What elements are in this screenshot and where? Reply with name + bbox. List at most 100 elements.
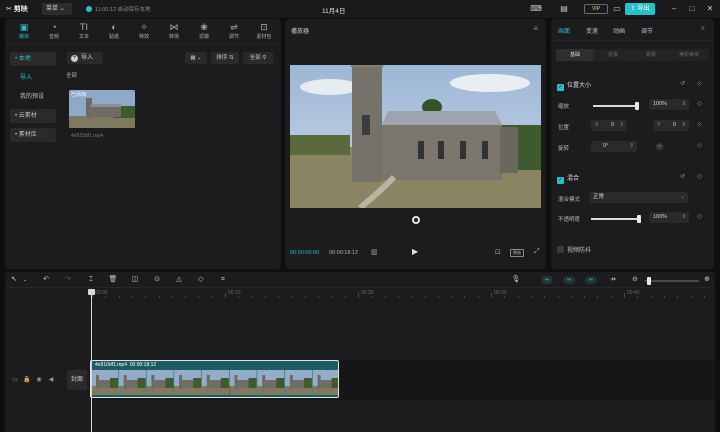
- blend-mode-select[interactable]: 正常 ⌄: [589, 192, 688, 203]
- nav-import[interactable]: 导入: [10, 71, 56, 85]
- opacity-slider[interactable]: [591, 215, 641, 223]
- delete-icon[interactable]: 🗑: [108, 275, 118, 285]
- zoom-slider-knob[interactable]: [647, 277, 651, 285]
- rotate-icon[interactable]: ◇: [196, 275, 206, 285]
- layout-mode-icon[interactable]: ▭: [611, 4, 623, 14]
- rotate-input[interactable]: 0° ⇕: [591, 141, 637, 152]
- scale-slider-knob[interactable]: [635, 102, 639, 110]
- tab-sticker[interactable]: ◐ 贴纸: [101, 21, 127, 43]
- play-button[interactable]: ▶: [412, 247, 418, 256]
- keyboard-shortcuts-icon[interactable]: ⌨: [530, 4, 542, 14]
- maximize-button[interactable]: □: [686, 3, 698, 15]
- ruler-tick: [331, 296, 333, 298]
- sort-button[interactable]: 排序 ⇅: [211, 52, 239, 64]
- keyframe-icon[interactable]: ◇: [696, 81, 703, 88]
- tab-package[interactable]: ⊡ 素材包: [251, 21, 277, 43]
- nav-cloud[interactable]: • 云素材: [10, 109, 56, 123]
- tab-media[interactable]: ▣ 媒体: [11, 21, 37, 43]
- filter-button[interactable]: 全部 ⚲: [243, 52, 273, 64]
- lock-icon[interactable]: 🔒: [23, 376, 31, 384]
- crop-icon[interactable]: ⌗: [218, 275, 228, 285]
- zoom-in-icon[interactable]: ⊕: [702, 275, 712, 285]
- minimize-button[interactable]: –: [668, 3, 680, 15]
- mix-section[interactable]: ✓ 混合: [557, 173, 579, 184]
- vip-badge[interactable]: VIP: [584, 4, 608, 14]
- stabilize-section[interactable]: 视频防抖: [557, 245, 591, 254]
- subtab-mask[interactable]: 蒙版: [632, 49, 670, 61]
- media-thumbnail[interactable]: 已添加: [69, 90, 135, 128]
- player-menu-icon[interactable]: ≡: [533, 24, 538, 33]
- mute-speaker-icon[interactable]: ◀: [47, 376, 55, 384]
- mirror-icon[interactable]: △: [174, 275, 184, 285]
- keyframe-icon[interactable]: ◇: [696, 174, 703, 181]
- tab-canvas[interactable]: 画面: [558, 26, 570, 35]
- tab-text[interactable]: TI 文本: [71, 21, 97, 43]
- layout-icon[interactable]: ▤: [558, 4, 570, 14]
- opacity-slider-knob[interactable]: [637, 215, 641, 223]
- scale-input[interactable]: 100% ⇕: [649, 99, 689, 110]
- nav-my-presets[interactable]: 我的预设: [10, 90, 56, 104]
- playhead-handle[interactable]: [88, 289, 95, 295]
- magnet-toggle-icon[interactable]: ⇹: [541, 276, 553, 284]
- tab-effects[interactable]: ✧ 特效: [131, 21, 157, 43]
- panel-menu-icon[interactable]: ≡: [701, 26, 705, 32]
- undo-icon[interactable]: ↶: [41, 275, 51, 285]
- export-button[interactable]: ⇪ 导出: [625, 3, 655, 15]
- import-button[interactable]: + 导入: [67, 52, 103, 64]
- keyframe-icon[interactable]: ◇: [696, 101, 703, 108]
- reverse-icon[interactable]: ⊙: [152, 275, 162, 285]
- crop-icon[interactable]: ⊡: [495, 248, 501, 256]
- keyframe-icon[interactable]: ◇: [696, 143, 703, 150]
- rotate-handle[interactable]: [412, 216, 420, 224]
- tab-audio[interactable]: ◔ 音频: [41, 21, 67, 43]
- opacity-input[interactable]: 100% ⇕: [649, 212, 689, 223]
- reset-icon[interactable]: ↺: [679, 81, 686, 88]
- fullscreen-icon[interactable]: ⤢: [534, 248, 540, 256]
- tab-transition[interactable]: ⋈ 转场: [161, 21, 187, 43]
- tab-filter[interactable]: ❀ 滤镜: [191, 21, 217, 43]
- select-tool-icon[interactable]: ↖: [9, 275, 19, 285]
- position-x-input[interactable]: X 0 ⇕: [591, 120, 627, 131]
- subtab-cutout[interactable]: 抠像: [594, 49, 632, 61]
- split-icon[interactable]: ⌶: [86, 275, 96, 285]
- cover-button[interactable]: 封面: [67, 370, 87, 390]
- time-ruler[interactable]: 00:00 00:10 00:20 00:30 00:40: [92, 289, 715, 298]
- checkbox-icon[interactable]: ✓: [557, 177, 564, 184]
- zoom-out-icon[interactable]: ⊖: [630, 275, 640, 285]
- subtab-beauty[interactable]: 美颜美体: [670, 49, 708, 61]
- tab-adjust[interactable]: 调节: [641, 26, 653, 35]
- checkbox-icon[interactable]: ✓: [557, 84, 564, 91]
- playhead[interactable]: [91, 289, 92, 432]
- ratio-button[interactable]: 原始: [510, 249, 524, 257]
- position-y-input[interactable]: Y 0 ⇕: [653, 120, 689, 131]
- menu-button[interactable]: 菜单 ⌄: [42, 3, 72, 15]
- reset-icon[interactable]: ↺: [679, 174, 686, 181]
- tab-animation[interactable]: 动画: [613, 26, 625, 35]
- microphone-icon[interactable]: 🎙: [511, 275, 521, 285]
- view-mode-button[interactable]: ▦ ⌄: [185, 52, 207, 64]
- rotate-dial-icon[interactable]: –: [656, 143, 663, 150]
- tab-adjust[interactable]: ⇌ 调节: [221, 21, 247, 43]
- keyframe-icon[interactable]: ◇: [696, 122, 703, 129]
- audio-icon: ◔: [51, 22, 57, 32]
- checkbox-icon[interactable]: [557, 246, 564, 253]
- nav-local[interactable]: • 本地: [10, 52, 56, 66]
- subtab-basic[interactable]: 基础: [556, 49, 594, 61]
- freeze-icon[interactable]: ◫: [130, 275, 140, 285]
- close-button[interactable]: ✕: [704, 3, 716, 15]
- linkage-toggle-icon[interactable]: ⇹: [563, 276, 575, 284]
- visibility-eye-icon[interactable]: ◉: [35, 376, 43, 384]
- keyframe-icon[interactable]: ◇: [696, 214, 703, 221]
- tab-speed[interactable]: 变速: [586, 26, 598, 35]
- align-icon[interactable]: ⇸: [608, 275, 618, 285]
- grid-view-icon: ▦ ⌄: [190, 55, 202, 61]
- redo-icon[interactable]: ↷: [63, 275, 73, 285]
- preview-axis-toggle-icon[interactable]: ⇹: [585, 276, 597, 284]
- zoom-slider[interactable]: [645, 277, 699, 285]
- video-clip[interactable]: 4e910df1.mp4 00:00:18:12: [90, 360, 339, 398]
- position-size-section[interactable]: ✓ 位置大小: [557, 80, 591, 91]
- scale-slider[interactable]: [593, 102, 639, 110]
- video-preview[interactable]: [290, 65, 541, 208]
- nav-library[interactable]: • 素材库: [10, 128, 56, 142]
- chevron-down-icon[interactable]: ⌄: [20, 275, 30, 285]
